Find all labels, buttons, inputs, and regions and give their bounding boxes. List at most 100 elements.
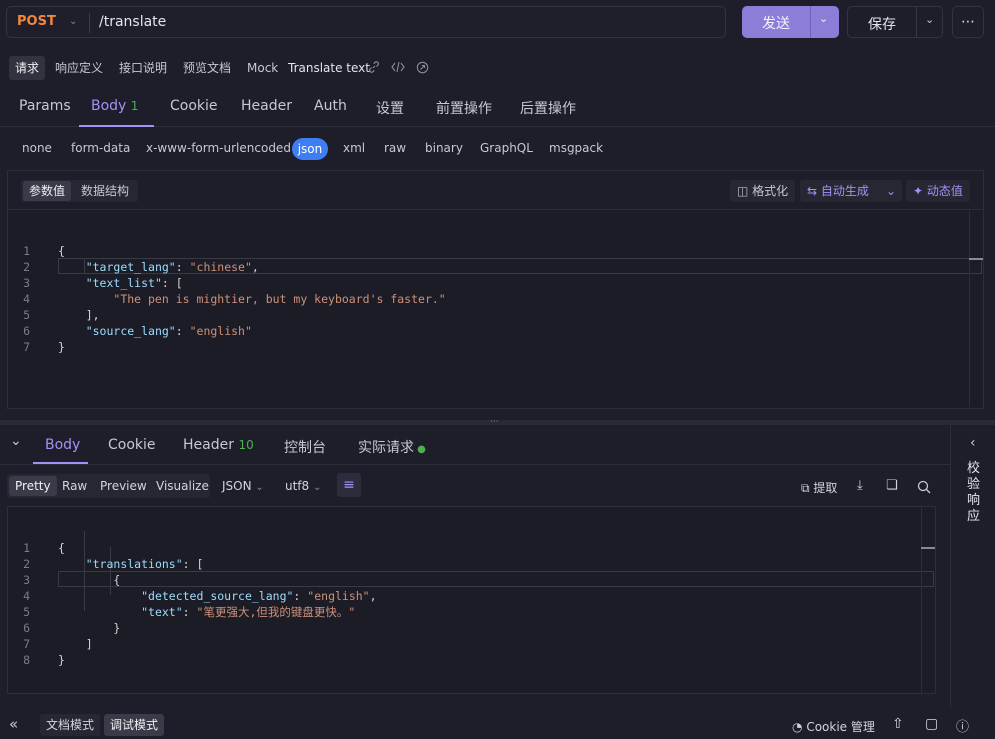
more-icon[interactable]: ⋯ bbox=[952, 6, 984, 38]
active-tab-indicator bbox=[79, 125, 154, 127]
top-bar: POST ⌄ /translate 发送 ⌄ 保存 ⌄ ⋯ bbox=[0, 0, 995, 46]
body-type-raw[interactable]: raw bbox=[384, 141, 406, 155]
editor-tab-values[interactable]: 参数值 bbox=[23, 181, 72, 201]
response-code[interactable]: 1{2 "translations": [3 {4 "detected_sour… bbox=[8, 508, 377, 700]
tab-pre-ops[interactable]: 前置操作 bbox=[436, 98, 492, 118]
format-select[interactable]: JSON ⌄ bbox=[222, 479, 264, 493]
view-preview[interactable]: Preview bbox=[94, 476, 153, 496]
body-type-binary[interactable]: binary bbox=[425, 141, 463, 155]
extract-label: 提取 bbox=[813, 481, 838, 495]
body-type-msgpack[interactable]: msgpack bbox=[549, 141, 603, 155]
line-text: "text_list": [ bbox=[85, 276, 183, 290]
doc-mode-button[interactable]: 文档模式 bbox=[40, 714, 101, 736]
body-type-urlencoded[interactable]: x-www-form-urlencoded bbox=[146, 141, 291, 155]
save-menu-icon[interactable]: ⌄ bbox=[925, 13, 934, 26]
response-editor-panel: 1{2 "translations": [3 {4 "detected_sour… bbox=[7, 506, 936, 694]
format-button[interactable]: ◫ 格式化 bbox=[730, 180, 796, 202]
search-icon[interactable] bbox=[917, 480, 931, 494]
tab-settings[interactable]: 设置 bbox=[376, 98, 404, 118]
drag-handle-icon[interactable]: ··· bbox=[490, 417, 499, 427]
body-type-xml[interactable]: xml bbox=[343, 141, 365, 155]
view-pretty[interactable]: Pretty bbox=[9, 476, 57, 496]
subtab-preview-doc[interactable]: 预览文档 bbox=[177, 56, 237, 80]
line-number: 3 bbox=[23, 276, 30, 290]
tab-header[interactable]: Header bbox=[241, 98, 292, 114]
code-line: 5 ], bbox=[8, 307, 446, 323]
minimap-marker bbox=[969, 258, 983, 260]
chevron-down-icon[interactable]: ⌄ bbox=[886, 180, 896, 202]
autogen-label: 自动生成 bbox=[820, 184, 869, 198]
encoding-select-label: utf8 bbox=[285, 479, 310, 493]
editor-scrollbar[interactable] bbox=[969, 211, 983, 407]
url-input[interactable]: /translate bbox=[99, 14, 166, 30]
extract-button[interactable]: ⧉ 提取 bbox=[801, 479, 837, 496]
share-icon[interactable] bbox=[416, 61, 429, 74]
line-number: 4 bbox=[23, 292, 30, 306]
resp-tab-cookie[interactable]: Cookie bbox=[108, 437, 156, 453]
tab-cookie[interactable]: Cookie bbox=[170, 98, 218, 114]
subtab-api-doc[interactable]: 接口说明 bbox=[113, 56, 173, 80]
collapse-icon[interactable]: ⌄ bbox=[10, 433, 22, 449]
line-number: 1 bbox=[23, 244, 30, 258]
tab-auth[interactable]: Auth bbox=[314, 98, 347, 114]
line-number: 2 bbox=[23, 260, 30, 274]
resp-tab-body[interactable]: Body bbox=[45, 437, 80, 453]
editor-scrollbar[interactable] bbox=[921, 508, 935, 693]
save-label: 保存 bbox=[868, 17, 896, 33]
body-type-graphql[interactable]: GraphQL bbox=[480, 141, 533, 155]
save-button[interactable]: 保存 ⌄ bbox=[847, 6, 943, 38]
line-text: ], bbox=[58, 308, 100, 322]
body-type-form-data[interactable]: form-data bbox=[71, 141, 130, 155]
wand-icon: ✦ bbox=[913, 184, 924, 198]
cookie-manager-label: Cookie 管理 bbox=[806, 720, 875, 734]
wrap-lines-icon[interactable]: ≡ bbox=[337, 473, 361, 497]
format-icon: ◫ bbox=[737, 184, 749, 198]
code-icon[interactable] bbox=[391, 61, 405, 73]
subtab-request[interactable]: 请求 bbox=[9, 56, 46, 80]
line-text: } bbox=[58, 621, 121, 635]
upload-icon[interactable]: ⇧ bbox=[892, 716, 904, 732]
line-number: 6 bbox=[23, 621, 30, 635]
resp-tab-console[interactable]: 控制台 bbox=[284, 437, 326, 457]
tab-post-ops[interactable]: 后置操作 bbox=[520, 98, 576, 118]
send-menu-icon[interactable]: ⌄ bbox=[819, 12, 828, 25]
body-type-none[interactable]: none bbox=[22, 141, 52, 155]
view-raw[interactable]: Raw bbox=[56, 476, 93, 496]
subtab-mock[interactable]: Mock bbox=[241, 56, 284, 80]
chevron-down-icon[interactable]: ⌄ bbox=[69, 16, 77, 27]
chevron-left-icon[interactable]: ‹ bbox=[970, 435, 976, 451]
view-visualize[interactable]: Visualize bbox=[150, 476, 215, 496]
resp-tab-actual-request[interactable]: 实际请求 ● bbox=[358, 437, 426, 457]
help-icon[interactable]: ⓘ bbox=[956, 716, 969, 735]
validate-response-panel[interactable]: ‹ 校验响应 bbox=[950, 425, 995, 707]
tab-params[interactable]: Params bbox=[19, 98, 71, 114]
editor-tab-schema[interactable]: 数据结构 bbox=[75, 181, 135, 201]
tab-body[interactable]: Body 1 bbox=[91, 98, 138, 114]
download-icon[interactable]: ⤓ bbox=[857, 478, 863, 493]
line-number: 5 bbox=[23, 308, 30, 322]
resp-tab-header[interactable]: Header 10 bbox=[183, 437, 254, 453]
encoding-select[interactable]: utf8 ⌄ bbox=[285, 479, 321, 493]
code-line: 8} bbox=[8, 652, 377, 668]
code-line: 7} bbox=[8, 339, 446, 355]
autogen-button[interactable]: ⇆ 自动生成 ⌄ bbox=[800, 180, 902, 202]
divider bbox=[0, 464, 950, 465]
dynamic-value-button[interactable]: ✦ 动态值 bbox=[906, 180, 970, 202]
copy-icon[interactable]: ❏ bbox=[886, 478, 898, 493]
line-number: 2 bbox=[23, 557, 30, 571]
collapse-sidebar-icon[interactable]: « bbox=[9, 715, 18, 733]
debug-mode-button[interactable]: 调试模式 bbox=[104, 714, 165, 736]
subtab-response-def[interactable]: 响应定义 bbox=[49, 56, 109, 80]
line-number: 5 bbox=[23, 605, 30, 619]
url-bar[interactable]: POST ⌄ /translate bbox=[6, 6, 726, 38]
code-line: 3 "text_list": [ bbox=[8, 275, 446, 291]
body-type-json[interactable]: json bbox=[292, 138, 328, 160]
request-code[interactable]: 1{2 "target_lang": "chinese", 3 "text_lis… bbox=[8, 211, 446, 387]
send-button[interactable]: 发送 ⌄ bbox=[742, 6, 839, 38]
link-icon[interactable] bbox=[368, 61, 380, 73]
method-select[interactable]: POST bbox=[17, 14, 56, 29]
shirt-icon[interactable]: ▢ bbox=[925, 716, 938, 732]
code-line: 2 "target_lang": "chinese", bbox=[8, 259, 446, 275]
cookie-manager-button[interactable]: ◔ Cookie 管理 bbox=[792, 718, 875, 735]
body-count-badge: 1 bbox=[130, 99, 139, 113]
